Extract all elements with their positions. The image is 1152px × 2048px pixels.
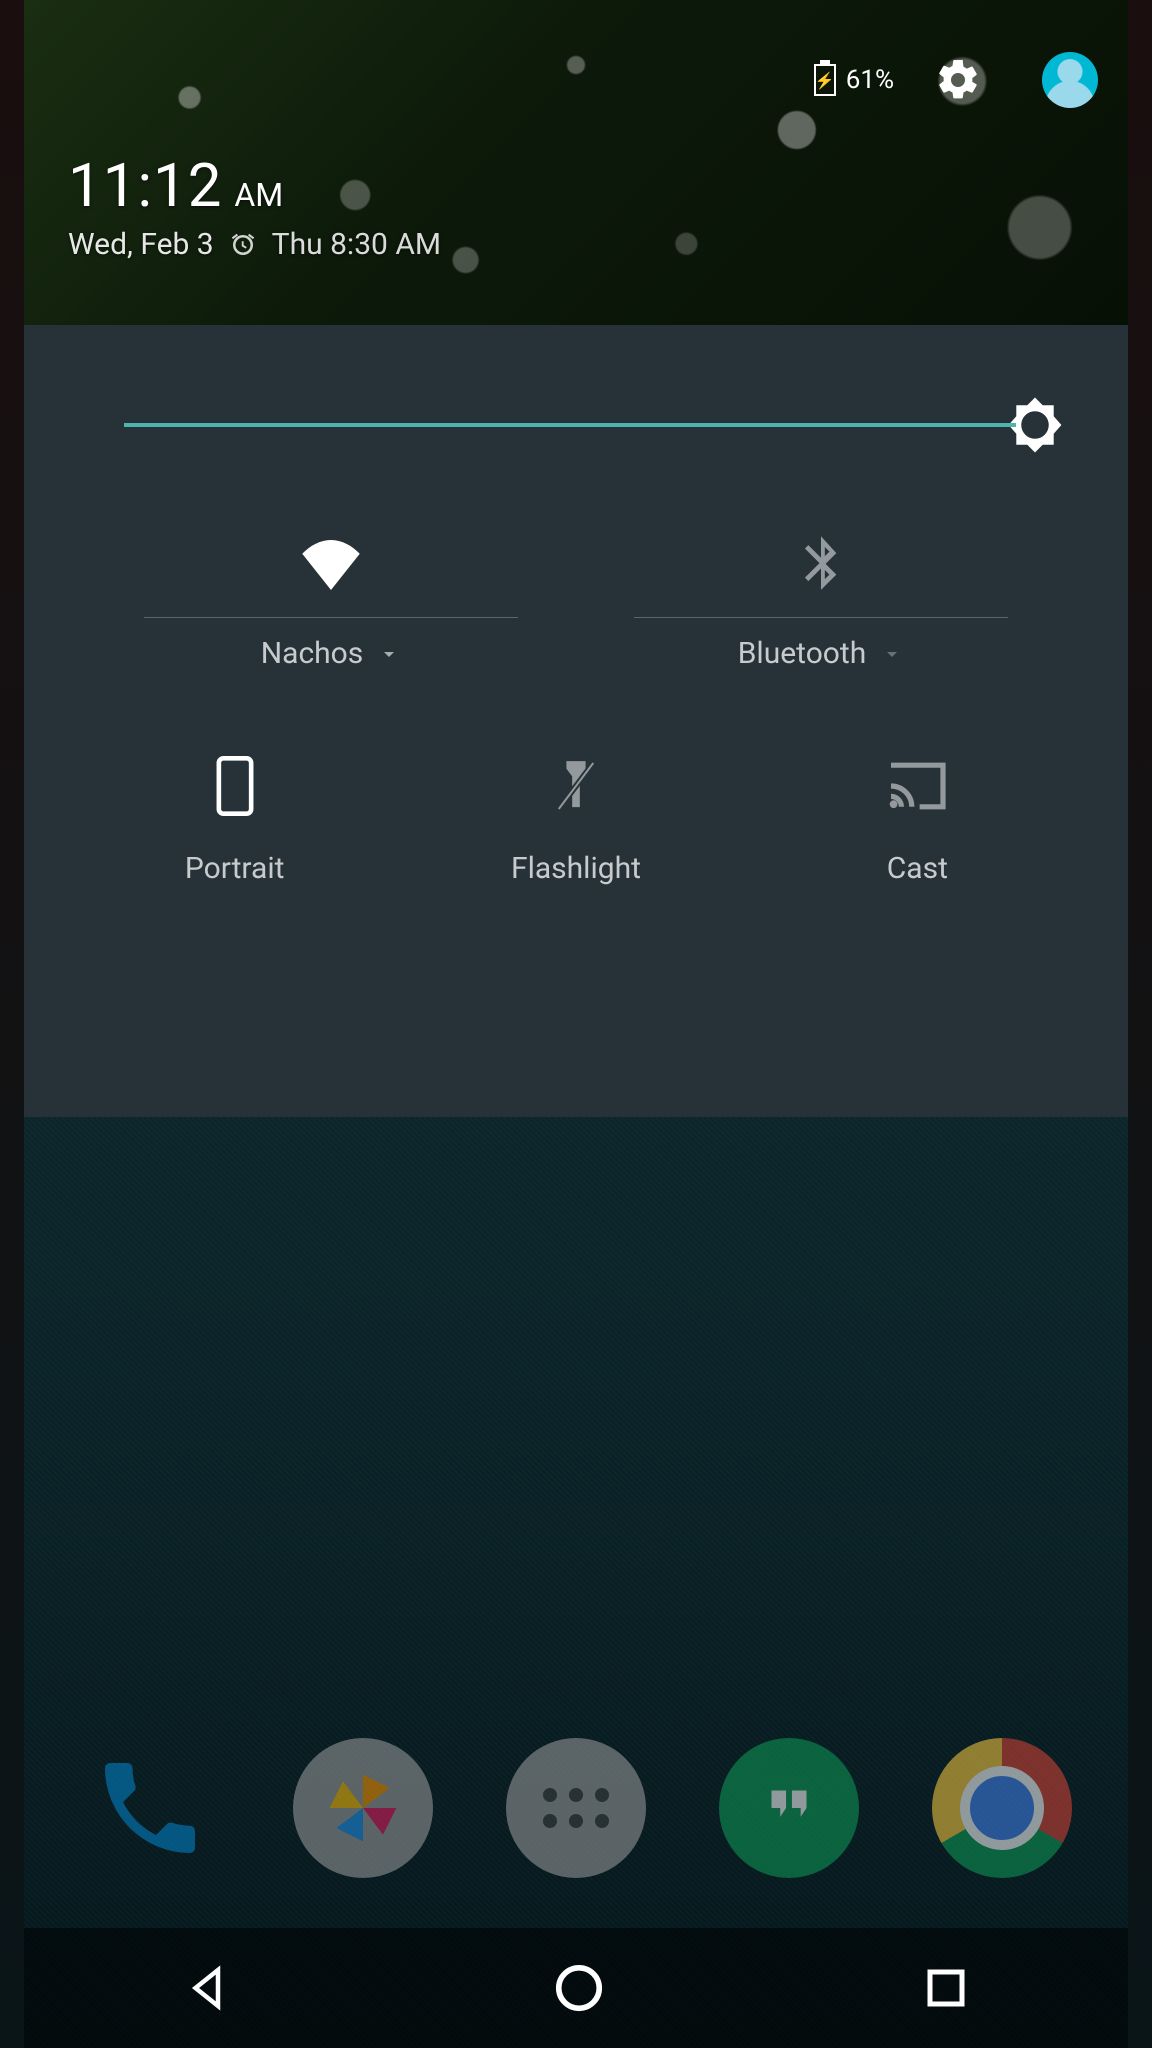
quick-settings-panel: Nachos Bluetooth (24, 325, 1128, 1117)
settings-button[interactable] (934, 56, 982, 104)
wifi-label: Nachos (261, 636, 364, 671)
portrait-tile[interactable]: Portrait (85, 751, 385, 886)
clock-ampm: AM (234, 176, 283, 214)
alarm-icon (228, 230, 258, 260)
battery-percent: 61% (846, 65, 894, 95)
cast-tile[interactable]: Cast (767, 751, 1067, 886)
status-bar: ⚡ 61% (24, 50, 1128, 110)
hangouts-app[interactable] (719, 1738, 859, 1878)
wifi-label-row[interactable]: Nachos (261, 636, 402, 671)
wifi-icon (300, 540, 362, 590)
recents-button[interactable] (922, 1964, 970, 2012)
frame-side (0, 0, 24, 2048)
clock-date: Wed, Feb 3 (68, 227, 214, 262)
bluetooth-icon (798, 536, 844, 594)
clock-time: 11:12 (68, 150, 222, 221)
clock-block[interactable]: 11:12 AM Wed, Feb 3 Thu 8:30 AM (68, 150, 441, 262)
brightness-row (24, 325, 1128, 525)
screen: ⚡ 61% 11:12 AM Wed, Feb 3 Thu 8:30 AM (0, 0, 1152, 2048)
divider (144, 617, 518, 618)
divider (634, 617, 1008, 618)
cast-icon (885, 760, 949, 812)
all-apps-button[interactable] (506, 1738, 646, 1878)
home-icon (552, 1961, 606, 2015)
bluetooth-label-row[interactable]: Bluetooth (738, 636, 905, 671)
back-button[interactable] (182, 1961, 236, 2015)
gear-icon (934, 56, 982, 104)
bluetooth-tile[interactable]: Bluetooth (576, 525, 1066, 671)
phone-icon (90, 1748, 210, 1868)
pinwheel-icon (323, 1768, 403, 1848)
gallery-app[interactable] (293, 1738, 433, 1878)
chevron-down-icon (880, 642, 904, 666)
battery-charging-icon: ⚡ (816, 66, 834, 94)
frame-side (1128, 0, 1152, 2048)
apps-grid-icon (543, 1788, 609, 1828)
back-icon (182, 1961, 236, 2015)
qs-secondary-row: Portrait Flashlight (24, 671, 1128, 886)
profile-avatar[interactable] (1042, 52, 1098, 108)
chrome-app[interactable] (932, 1738, 1072, 1878)
qs-primary-row: Nachos Bluetooth (24, 525, 1128, 671)
portrait-label: Portrait (185, 851, 285, 886)
flashlight-label: Flashlight (511, 851, 641, 886)
hangouts-icon (754, 1773, 824, 1843)
next-alarm: Thu 8:30 AM (272, 227, 441, 262)
home-button[interactable] (552, 1961, 606, 2015)
battery-icon: ⚡ (814, 64, 836, 96)
square-icon (922, 1964, 970, 2012)
bluetooth-label: Bluetooth (738, 636, 867, 671)
wifi-tile[interactable]: Nachos (86, 525, 576, 671)
flashlight-tile[interactable]: Flashlight (426, 751, 726, 886)
phone-app[interactable] (80, 1738, 220, 1878)
chevron-down-icon (377, 642, 401, 666)
portrait-icon (215, 756, 255, 816)
cast-label: Cast (887, 851, 948, 886)
nav-bar (24, 1928, 1128, 2048)
flashlight-icon (553, 756, 599, 816)
dock (24, 1738, 1128, 1878)
brightness-slider[interactable] (124, 423, 1016, 427)
